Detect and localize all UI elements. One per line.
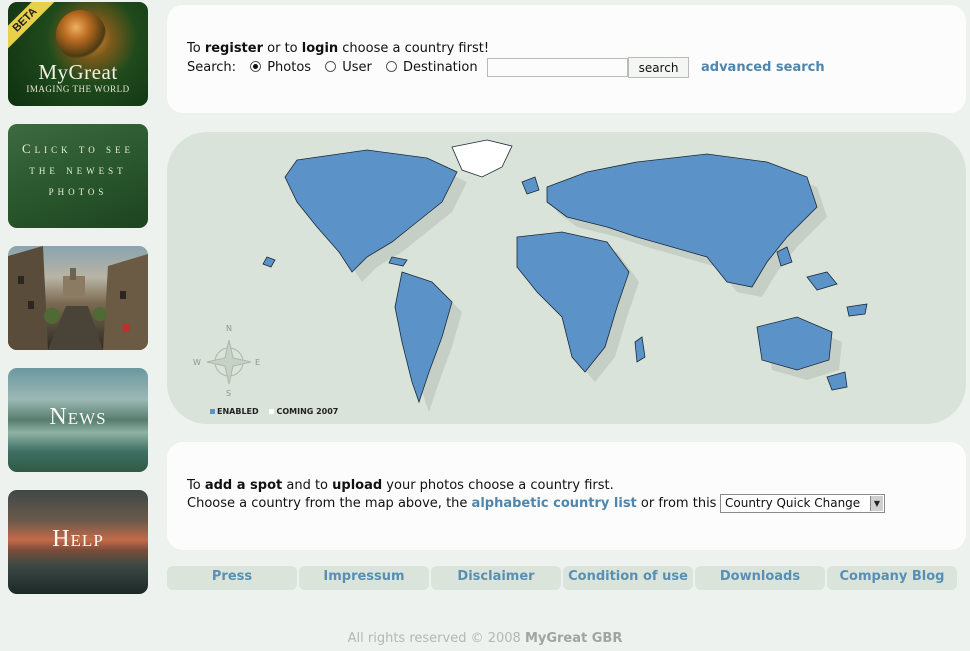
radio-destination[interactable] — [385, 61, 397, 72]
radio-photos[interactable] — [250, 61, 262, 72]
country-choose-prompt: Choose a country from the map above, the… — [187, 496, 745, 511]
footer-nav: Press Impressum Disclaimer Condition of … — [167, 566, 959, 590]
search-panel: To register or to login choose a country… — [167, 5, 966, 113]
logo-tile[interactable]: BETA MyGreat IMAGING THE WORLD — [8, 2, 148, 106]
compass-n: N — [226, 324, 232, 333]
world-map: N E S W — [193, 139, 868, 412]
nav-company-blog[interactable]: Company Blog — [827, 566, 957, 590]
news-tile[interactable]: News — [8, 368, 148, 472]
help-tile[interactable]: Help — [8, 490, 148, 594]
village-photo — [8, 246, 148, 350]
upload-panel: To add a spot and to upload your photos … — [167, 442, 966, 550]
nav-disclaimer[interactable]: Disclaimer — [431, 566, 561, 590]
nav-impressum[interactable]: Impressum — [299, 566, 429, 590]
world-map-panel: N E S W ENABLED COMING 2007 — [167, 132, 966, 424]
compass-rose-icon — [206, 339, 252, 385]
compass-s: S — [226, 389, 231, 398]
nav-condition-of-use[interactable]: Condition of use — [563, 566, 693, 590]
newest-photos-tile[interactable]: Click to see the newest photos — [8, 124, 148, 228]
select-value: Country Quick Change — [725, 496, 861, 510]
copyright-company: MyGreat GBR — [524, 631, 623, 646]
globe-icon — [56, 10, 106, 60]
radio-photos-label[interactable]: Photos — [267, 60, 311, 75]
village-photo-tile[interactable] — [8, 246, 148, 350]
radio-user-label[interactable]: User — [342, 60, 372, 75]
search-button[interactable]: search — [628, 57, 689, 78]
search-label: Search: — [187, 60, 237, 75]
copyright: All rights reserved © 2008 MyGreat GBR — [347, 631, 623, 646]
legend-coming-swatch — [269, 409, 275, 414]
country-list-link[interactable]: alphabetic country list — [472, 496, 637, 511]
advanced-search-link[interactable]: advanced search — [701, 60, 825, 75]
search-input[interactable] — [487, 58, 628, 77]
enabled-countries[interactable] — [262, 149, 868, 404]
compass-w: W — [193, 358, 201, 367]
login-prompt: To register or to login choose a country… — [187, 41, 490, 56]
greenland-coming[interactable] — [451, 139, 513, 178]
help-label: Help — [52, 526, 104, 552]
login-link[interactable]: login — [302, 41, 338, 56]
radio-user[interactable] — [325, 61, 337, 72]
nav-downloads[interactable]: Downloads — [695, 566, 825, 590]
newest-photos-label: Click to see the newest photos — [21, 141, 134, 198]
legend-coming: COMING 2007 — [276, 407, 339, 416]
upload-prompt: To add a spot and to upload your photos … — [187, 478, 614, 493]
search-options: Search: Photos User Destination — [187, 60, 478, 75]
compass-e: E — [255, 358, 260, 367]
register-link[interactable]: register — [205, 41, 263, 56]
news-label: News — [49, 404, 107, 430]
dropdown-arrow-icon[interactable]: ▼ — [870, 496, 883, 511]
brand-name: MyGreat — [38, 60, 118, 84]
radio-destination-label[interactable]: Destination — [403, 60, 478, 75]
legend-enabled: ENABLED — [217, 407, 259, 416]
add-spot-text: add a spot — [204, 478, 283, 493]
upload-text: upload — [332, 478, 383, 493]
beta-ribbon: BETA — [8, 2, 56, 51]
country-quick-change-select[interactable]: Country Quick Change ▼ — [720, 494, 885, 513]
map-legend: ENABLED COMING 2007 — [210, 407, 338, 416]
legend-enabled-swatch — [210, 409, 215, 414]
brand-tagline: IMAGING THE WORLD — [26, 84, 130, 94]
nav-press[interactable]: Press — [167, 566, 297, 590]
